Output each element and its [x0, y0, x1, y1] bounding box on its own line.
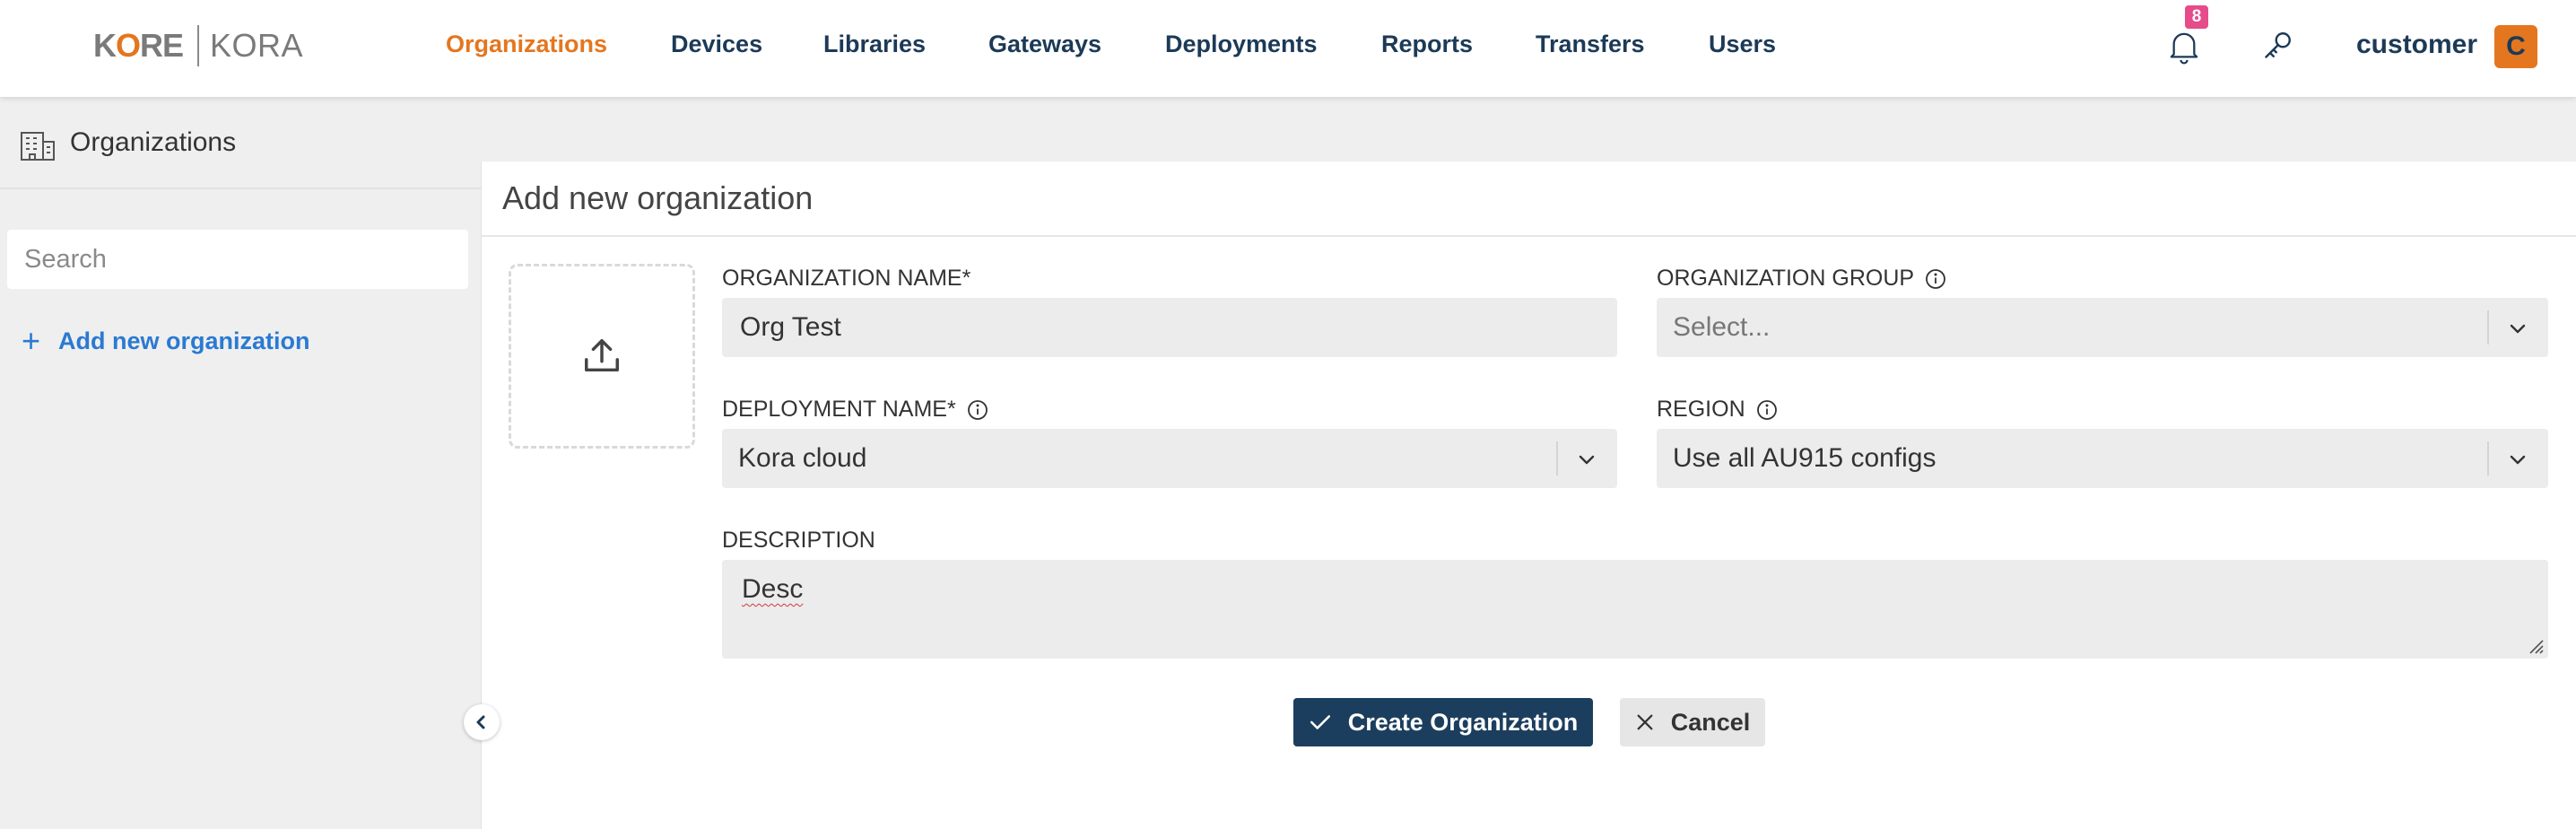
key-icon[interactable] [2262, 29, 2294, 61]
info-icon[interactable] [1756, 399, 1778, 421]
nav-users[interactable]: Users [1709, 31, 1776, 58]
region-value: Use all AU915 configs [1673, 443, 1936, 473]
chevron-left-icon [476, 715, 485, 729]
org-group-placeholder: Select... [1673, 312, 1771, 342]
create-organization-button[interactable]: Create Organization [1293, 698, 1593, 746]
logo-kore: KORE [93, 27, 184, 64]
add-organization-link[interactable]: + Add new organization [22, 325, 310, 357]
notification-badge: 8 [2185, 5, 2208, 29]
logo-kora: KORA [210, 27, 304, 64]
info-icon[interactable] [967, 399, 988, 421]
deployment-label-text: DEPLOYMENT NAME* [722, 397, 956, 422]
select-divider [1556, 441, 1558, 476]
sidebar-title: Organizations [70, 127, 237, 157]
upload-icon [585, 339, 619, 372]
top-bar: KORE KORA Organizations Devices Librarie… [0, 0, 2576, 97]
deployment-value: Kora cloud [738, 443, 867, 473]
description-value: Desc [742, 574, 804, 604]
nav-organizations[interactable]: Organizations [446, 31, 607, 58]
region-label: REGION [1657, 397, 1778, 423]
close-icon [1637, 714, 1653, 730]
plus-icon: + [22, 322, 41, 359]
org-name-value: Org Test [740, 312, 841, 342]
collapse-sidebar-button[interactable] [464, 704, 500, 740]
region-select[interactable]: Use all AU915 configs [1657, 429, 2548, 488]
org-group-label-text: ORGANIZATION GROUP [1657, 266, 1915, 291]
org-name-label: ORGANIZATION NAME* [722, 266, 970, 292]
nav-libraries[interactable]: Libraries [823, 31, 926, 58]
logo-upload-dropzone[interactable] [509, 264, 695, 449]
username[interactable]: customer [2356, 30, 2477, 60]
panel-header: Add new organization [482, 161, 2576, 237]
select-divider [2487, 310, 2489, 345]
add-organization-label: Add new organization [58, 327, 310, 354]
bell-icon[interactable] [2169, 29, 2199, 65]
sidebar: Organizations + Add new organization [0, 97, 481, 829]
description-textarea[interactable]: Desc [722, 560, 2548, 659]
cancel-label: Cancel [1670, 708, 1751, 736]
building-icon [21, 132, 55, 161]
create-organization-label: Create Organization [1347, 708, 1579, 736]
chevron-down-icon[interactable] [2507, 318, 2528, 339]
nav-devices[interactable]: Devices [671, 31, 762, 58]
select-divider [2487, 441, 2489, 476]
org-group-label: ORGANIZATION GROUP [1657, 266, 1946, 292]
check-icon [1310, 715, 1330, 729]
cancel-button[interactable]: Cancel [1620, 698, 1765, 746]
deployment-select[interactable]: Kora cloud [722, 429, 1617, 488]
page-title: Add new organization [502, 179, 814, 216]
search-input[interactable] [7, 230, 468, 289]
org-name-label-text: ORGANIZATION NAME* [722, 266, 971, 291]
nav-gateways[interactable]: Gateways [988, 31, 1101, 58]
nav-transfers[interactable]: Transfers [1536, 31, 1645, 58]
logo-divider [197, 25, 200, 66]
description-label: DESCRIPTION [722, 528, 875, 554]
brand-logo[interactable]: KORE KORA [93, 23, 303, 68]
chevron-down-icon[interactable] [2507, 449, 2528, 470]
avatar[interactable]: C [2494, 25, 2537, 68]
deployment-label: DEPLOYMENT NAME* [722, 397, 988, 423]
chevron-down-icon[interactable] [1576, 449, 1597, 470]
region-label-text: REGION [1657, 397, 1745, 422]
org-group-select[interactable]: Select... [1657, 298, 2548, 357]
add-organization-panel: Add new organization ORGANIZATION NAME* … [481, 161, 2576, 829]
resize-grip-icon[interactable] [2525, 635, 2545, 655]
nav-deployments[interactable]: Deployments [1165, 31, 1318, 58]
org-name-field[interactable]: Org Test [722, 298, 1617, 357]
info-icon[interactable] [1925, 268, 1946, 290]
nav-reports[interactable]: Reports [1381, 31, 1473, 58]
sidebar-header: Organizations [0, 97, 481, 189]
description-label-text: DESCRIPTION [722, 528, 875, 553]
